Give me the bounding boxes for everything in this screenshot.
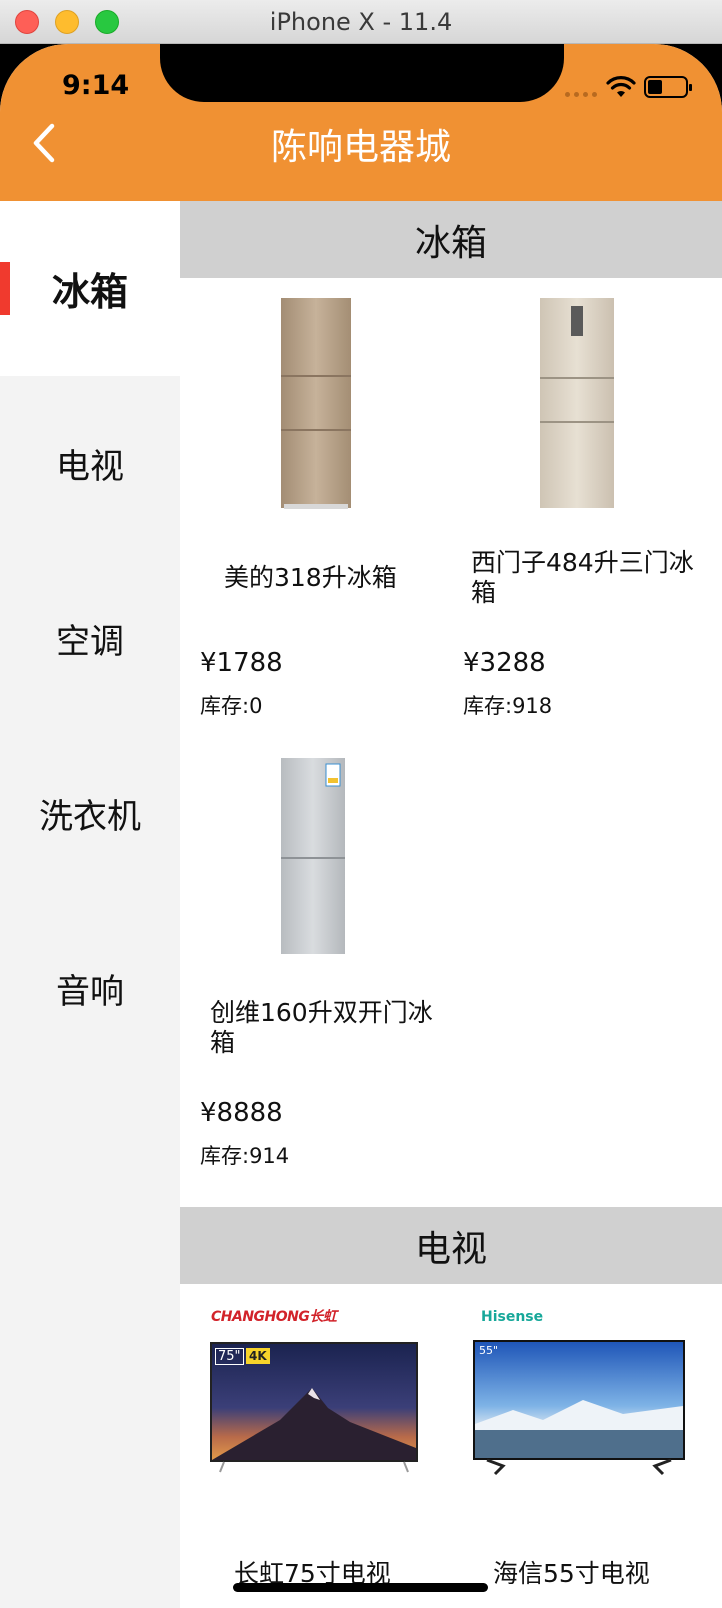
product-name: 西门子484升三门冰箱 [471, 548, 694, 607]
sidebar-item-speaker[interactable]: 音响 [0, 901, 180, 1076]
sidebar-item-washer[interactable]: 洗衣机 [0, 726, 180, 901]
product-image-fridge [281, 298, 351, 509]
active-indicator [0, 262, 10, 315]
product-image-tv: 75" 4K [210, 1342, 418, 1473]
section-title: 冰箱 [414, 222, 487, 264]
product-card[interactable]: Hisense 55" 海信55寸电视 [451, 1284, 722, 1608]
sidebar-item-label: 音响 [56, 972, 124, 1012]
product-stock: 库存:914 [200, 1144, 290, 1168]
product-price: ¥8888 [200, 1098, 283, 1128]
sidebar-item-aircon[interactable]: 空调 [0, 551, 180, 726]
brand-logo: CHANGHONG长虹 [211, 1309, 337, 1325]
product-card[interactable]: 美的318升冰箱 ¥1788 库存:0 [180, 278, 451, 738]
product-list[interactable]: 冰箱 美的318升冰箱 ¥1788 库存:0 西门子484升三门冰箱 ¥3288… [180, 201, 722, 1608]
size-badge: 55" [479, 1344, 499, 1357]
product-image-fridge [540, 298, 614, 508]
sidebar-item-fridge[interactable]: 冰箱 [0, 201, 180, 376]
size-badge: 75" [215, 1348, 244, 1365]
product-card[interactable]: 西门子484升三门冰箱 ¥3288 库存:918 [451, 278, 722, 738]
home-indicator[interactable] [233, 1583, 488, 1592]
product-card[interactable]: 创维160升双开门冰箱 ¥8888 库存:914 [180, 738, 451, 1208]
page-title: 陈响电器城 [270, 127, 451, 168]
section-header-tv: 电视 [180, 1207, 722, 1284]
nav-bar: 9:14 陈响电器城 [0, 44, 722, 201]
sidebar-item-label: 冰箱 [51, 270, 128, 314]
cellular-signal-icon [565, 92, 597, 97]
section-title: 电视 [414, 1228, 487, 1270]
4k-badge: 4K [246, 1348, 270, 1364]
sidebar-item-label: 洗衣机 [39, 797, 141, 837]
product-name: 海信55寸电视 [493, 1559, 650, 1588]
product-stock: 库存:918 [463, 694, 553, 718]
product-price: ¥1788 [200, 648, 283, 678]
wifi-icon [606, 76, 636, 97]
product-stock: 库存:0 [200, 694, 263, 718]
product-image-tv: 55" [473, 1340, 685, 1480]
product-name: 美的318升冰箱 [224, 563, 397, 592]
product-name: 创维160升双开门冰箱 [210, 998, 433, 1057]
simulator-titlebar: iPhone X - 11.4 [0, 0, 722, 44]
phone-screen: 9:14 陈响电器城 冰箱 电视 空调 洗衣机 音响 冰箱 美的318升冰箱 ¥… [0, 44, 722, 1608]
device-notch [160, 44, 564, 102]
brand-logo: Hisense [481, 1309, 544, 1325]
sidebar-item-tv[interactable]: 电视 [0, 376, 180, 551]
battery-icon [644, 76, 692, 98]
product-image-fridge [281, 758, 345, 954]
sidebar-item-label: 电视 [56, 447, 124, 487]
app-view: 9:14 陈响电器城 冰箱 电视 空调 洗衣机 音响 冰箱 美的318升冰箱 ¥… [0, 44, 722, 1608]
window-title: iPhone X - 11.4 [269, 8, 453, 36]
product-card[interactable]: CHANGHONG长虹 75" 4K 长虹75寸电视 [180, 1284, 451, 1608]
product-price: ¥3288 [463, 648, 546, 678]
status-time: 9:14 [62, 70, 130, 101]
category-sidebar: 冰箱 电视 空调 洗衣机 音响 [0, 201, 180, 1608]
section-header-fridge: 冰箱 [180, 201, 722, 278]
sidebar-item-label: 空调 [56, 622, 124, 662]
